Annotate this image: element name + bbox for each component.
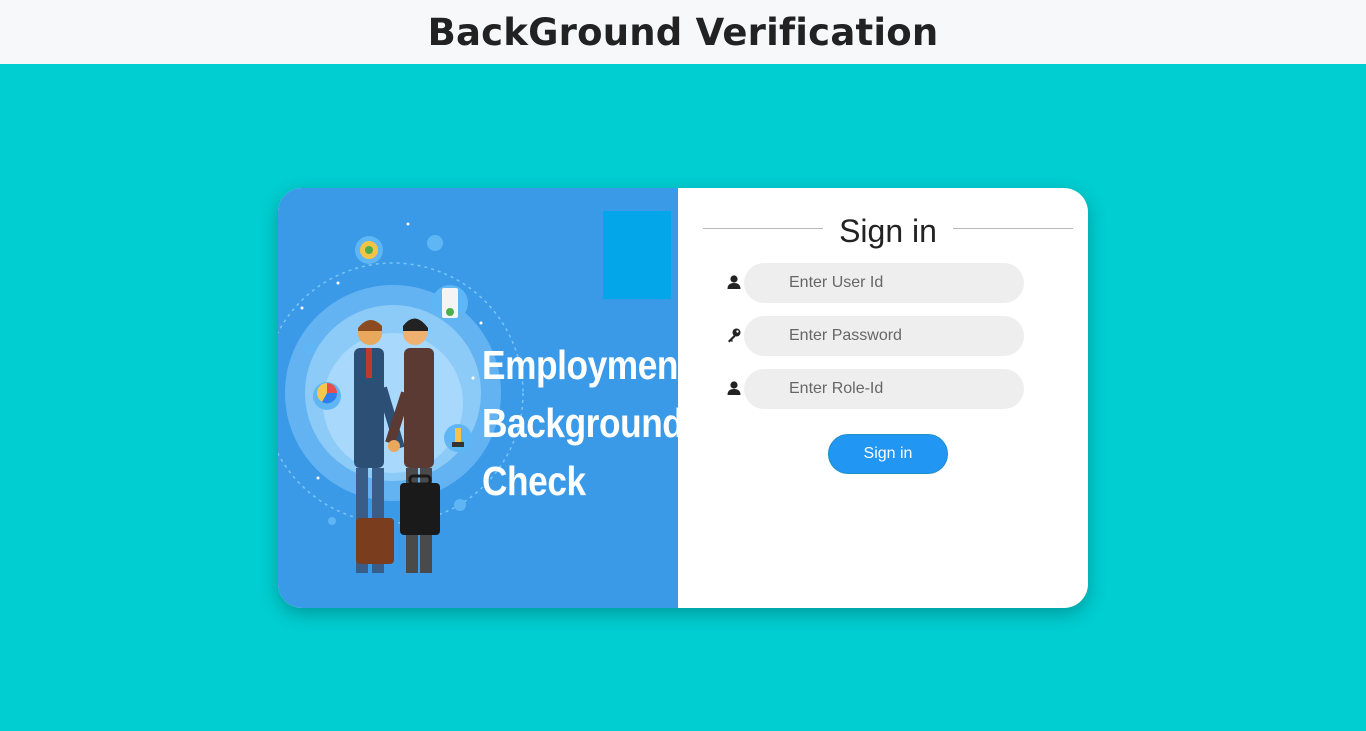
- title-divider-right: [953, 228, 1073, 229]
- sign-in-button[interactable]: Sign in: [828, 434, 948, 474]
- key-icon: [726, 327, 742, 343]
- banner-image: Employment Background Check: [278, 188, 690, 608]
- password-input[interactable]: [744, 316, 1024, 356]
- user-icon: [726, 274, 742, 290]
- sign-in-form: Sign in Sign in: [678, 188, 1088, 608]
- banner-line-3: Check: [482, 458, 586, 504]
- role-id-field: [726, 369, 1026, 409]
- banner-heading: Employment Background Check: [482, 336, 690, 510]
- banner-line-2: Background: [482, 400, 684, 446]
- user-icon: [726, 380, 742, 396]
- user-id-input[interactable]: [744, 263, 1024, 303]
- top-bar: BackGround Verification: [0, 0, 1366, 64]
- role-id-input[interactable]: [744, 369, 1024, 409]
- user-id-field: [726, 263, 1026, 303]
- login-card: Employment Background Check Sign in Ente…: [278, 188, 1088, 608]
- form-title-row: Sign in: [703, 212, 1073, 250]
- page-title: BackGround Verification: [427, 10, 939, 54]
- password-field: [726, 316, 1026, 356]
- banner-line-1: Employment: [482, 342, 690, 388]
- form-title: Sign in: [839, 213, 937, 249]
